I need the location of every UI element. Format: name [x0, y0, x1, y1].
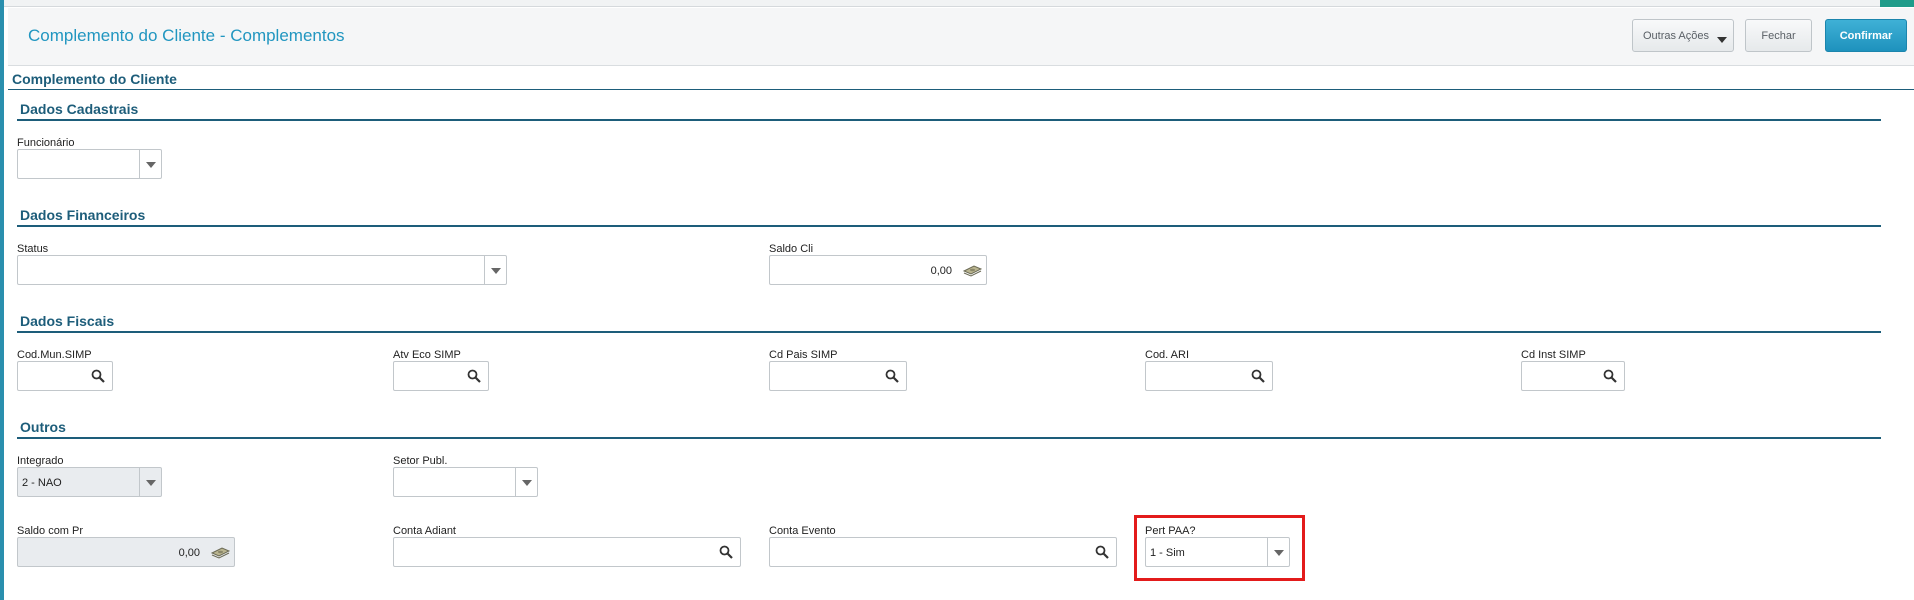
chevron-down-icon[interactable]: [139, 150, 161, 178]
conta-evento-label: Conta Evento: [769, 525, 836, 537]
outras-acoes-button[interactable]: Outras Ações: [1632, 19, 1734, 52]
browser-top-edge: [0, 0, 1914, 7]
chevron-down-icon: [139, 468, 161, 496]
saldo-com-pr-label: Saldo com Pr: [17, 525, 84, 537]
status-label: Status: [17, 243, 49, 255]
integrado-label: Integrado: [17, 455, 64, 467]
cod-mun-simp-input[interactable]: [17, 361, 113, 391]
left-edge-bar: [0, 0, 4, 600]
form-title: Complemento do Cliente: [12, 71, 177, 87]
form-title-divider: [8, 89, 1914, 90]
money-icon[interactable]: [210, 544, 230, 560]
cd-inst-simp-input[interactable]: [1521, 361, 1625, 391]
atv-eco-simp-label: Atv Eco SIMP: [393, 349, 461, 361]
section-dados-financeiros-divider: [17, 225, 1881, 227]
search-icon[interactable]: [1603, 369, 1617, 383]
section-dados-cadastrais-title: Dados Cadastrais: [20, 101, 139, 117]
cd-pais-simp-input[interactable]: [769, 361, 907, 391]
section-dados-fiscais-divider: [17, 331, 1881, 333]
conta-evento-input[interactable]: [769, 537, 1117, 567]
saldo-cli-label: Saldo Cli: [769, 243, 814, 255]
cod-ari-input[interactable]: [1145, 361, 1273, 391]
search-icon[interactable]: [467, 369, 481, 383]
section-outros-divider: [17, 437, 1881, 439]
page-title: Complemento do Cliente - Complementos: [28, 26, 345, 45]
page-header: Complemento do Cliente - Complementos Ou…: [8, 8, 1914, 66]
outras-acoes-label: Outras Ações: [1642, 29, 1710, 42]
funcionario-label: Funcionário: [17, 137, 75, 149]
chevron-down-icon: [1717, 37, 1727, 43]
money-icon[interactable]: [962, 262, 982, 278]
section-dados-cadastrais-divider: [17, 119, 1881, 121]
cd-pais-simp-label: Cd Pais SIMP: [769, 349, 838, 361]
integrado-value: 2 - NAO: [22, 477, 62, 489]
fechar-button[interactable]: Fechar: [1745, 19, 1812, 52]
funcionario-select[interactable]: [17, 149, 162, 179]
cod-ari-label: Cod. ARI: [1145, 349, 1190, 361]
integrado-select: 2 - NAO: [17, 467, 162, 497]
saldo-cli-value: 0,00: [930, 265, 952, 277]
cod-mun-simp-label: Cod.Mun.SIMP: [17, 349, 92, 361]
status-select[interactable]: [17, 255, 507, 285]
search-icon[interactable]: [91, 369, 105, 383]
search-icon[interactable]: [1251, 369, 1265, 383]
highlight-box: [1134, 515, 1305, 581]
search-icon[interactable]: [1095, 545, 1109, 559]
atv-eco-simp-input[interactable]: [393, 361, 489, 391]
section-outros-title: Outros: [20, 419, 66, 435]
search-icon[interactable]: [885, 369, 899, 383]
chevron-down-icon[interactable]: [484, 256, 506, 284]
conta-adiant-input[interactable]: [393, 537, 741, 567]
setor-publ-select[interactable]: [393, 467, 538, 497]
section-dados-fiscais-title: Dados Fiscais: [20, 313, 115, 329]
search-icon[interactable]: [719, 545, 733, 559]
section-dados-financeiros-title: Dados Financeiros: [20, 207, 146, 223]
chevron-down-icon[interactable]: [515, 468, 537, 496]
confirmar-button[interactable]: Confirmar: [1825, 19, 1907, 52]
saldo-cli-field[interactable]: 0,00: [769, 255, 987, 285]
saldo-com-pr-field: 0,00: [17, 537, 235, 567]
setor-publ-label: Setor Publ.: [393, 455, 448, 467]
conta-adiant-label: Conta Adiant: [393, 525, 456, 537]
window-corner: [1880, 0, 1914, 7]
saldo-com-pr-value: 0,00: [178, 547, 200, 559]
cd-inst-simp-label: Cd Inst SIMP: [1521, 349, 1586, 361]
